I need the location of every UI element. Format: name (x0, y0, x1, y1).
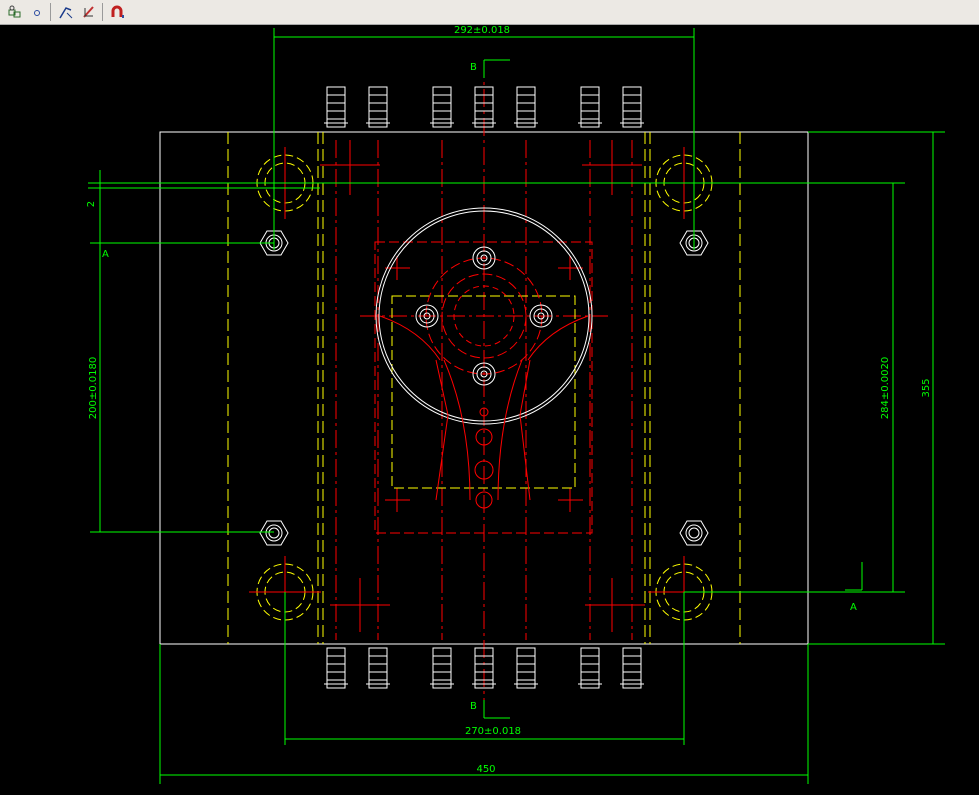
dim-overall-height: 355 (921, 378, 932, 397)
section-label-b-top: B (470, 62, 477, 73)
cad-drawing: 292±0.018 270±0.018 450 200±0.0180 284±0… (86, 26, 945, 784)
cross-markers (320, 140, 645, 632)
section-label-a-left: A (102, 249, 109, 260)
section-label-b-bottom: B (470, 701, 477, 712)
dim-small-gap: 2 (86, 201, 97, 207)
toolbar-separator (102, 3, 103, 21)
toolbar-separator (50, 3, 51, 21)
draw-icon[interactable] (57, 3, 75, 21)
section-label-a-right: A (850, 602, 857, 613)
toolbar (0, 0, 979, 25)
layers-icon[interactable] (6, 3, 24, 21)
dim-right-pitch: 284±0.0020 (880, 357, 891, 419)
dim-top-width: 292±0.018 (454, 26, 510, 36)
magnet-edit-icon[interactable] (80, 3, 98, 21)
centerlines (335, 60, 633, 700)
dim-overall-width: 450 (476, 764, 495, 775)
dim-left-pitch: 200±0.0180 (88, 357, 99, 419)
magnet-icon[interactable] (108, 3, 126, 21)
circle-icon[interactable] (28, 3, 46, 21)
dim-bottom-inner-width: 270±0.018 (465, 726, 521, 737)
